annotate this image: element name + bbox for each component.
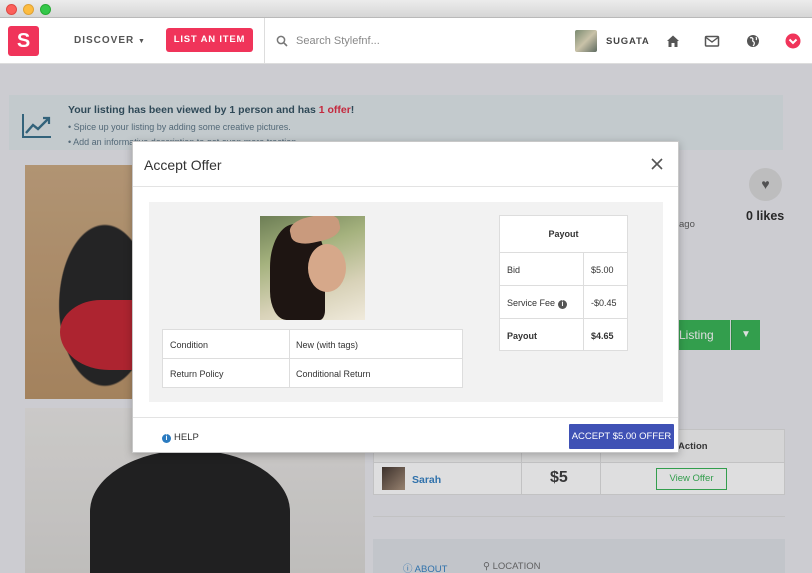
discover-menu[interactable]: DISCOVER ▼: [74, 35, 146, 46]
modal-footer-divider: [133, 417, 678, 418]
table-row: Service Fee i -$0.45: [500, 286, 627, 319]
list-item-button[interactable]: LIST AN ITEM: [166, 28, 253, 52]
payout-header: Payout: [500, 216, 627, 253]
search-input[interactable]: [296, 32, 546, 50]
payout-value: $4.65: [591, 331, 614, 341]
globe-icon[interactable]: [745, 33, 761, 49]
service-fee-label: Service Fee: [507, 298, 556, 308]
accept-offer-modal: Accept Offer Condition New (with tags) R…: [132, 141, 679, 453]
table-row: Return Policy Conditional Return: [163, 359, 462, 388]
username-label[interactable]: SUGATA: [606, 36, 650, 47]
minimize-window-button[interactable]: [23, 4, 34, 15]
zoom-window-button[interactable]: [40, 4, 51, 15]
info-icon: i: [162, 434, 171, 443]
top-navbar: S DISCOVER ▼ LIST AN ITEM SUGATA: [0, 18, 812, 64]
table-row: Condition New (with tags): [163, 330, 462, 359]
close-window-button[interactable]: [6, 4, 17, 15]
table-row: Bid $5.00: [500, 253, 627, 286]
service-fee-value: -$0.45: [591, 298, 617, 308]
user-avatar[interactable]: [575, 30, 597, 52]
item-details-table: Condition New (with tags) Return Policy …: [162, 329, 463, 388]
chevron-down-icon: ▼: [138, 38, 146, 45]
return-policy-key: Return Policy: [170, 369, 224, 379]
app-logo[interactable]: S: [8, 26, 39, 56]
payout-table: Payout Bid $5.00 Service Fee i -$0.45 Pay…: [499, 215, 628, 351]
home-icon[interactable]: [665, 33, 681, 49]
account-menu-icon[interactable]: [785, 33, 801, 49]
buyer-profile-photo: [260, 216, 365, 320]
photo-detail: [308, 244, 346, 292]
discover-label: DISCOVER: [74, 35, 135, 46]
mail-icon[interactable]: [704, 33, 720, 49]
condition-key: Condition: [170, 340, 209, 350]
window-titlebar: [0, 0, 812, 18]
search-icon: [276, 35, 288, 47]
table-row: Payout $4.65: [500, 319, 627, 352]
help-label: HELP: [174, 432, 199, 443]
service-fee-key: Service Fee i: [507, 298, 568, 309]
payout-key: Payout: [507, 331, 538, 341]
info-icon[interactable]: i: [558, 300, 568, 309]
accept-offer-button[interactable]: ACCEPT $5.00 OFFER: [569, 424, 674, 449]
close-icon[interactable]: [649, 156, 665, 172]
condition-value: New (with tags): [296, 340, 359, 350]
photo-detail: [287, 216, 343, 247]
help-link[interactable]: i HELP: [162, 432, 199, 443]
bid-key: Bid: [507, 265, 521, 275]
return-policy-value: Conditional Return: [296, 369, 371, 379]
nav-divider: [264, 18, 265, 64]
modal-body: Condition New (with tags) Return Policy …: [149, 202, 663, 402]
bid-value: $5.00: [591, 265, 614, 275]
modal-title: Accept Offer: [144, 157, 222, 173]
modal-header-divider: [133, 186, 678, 187]
